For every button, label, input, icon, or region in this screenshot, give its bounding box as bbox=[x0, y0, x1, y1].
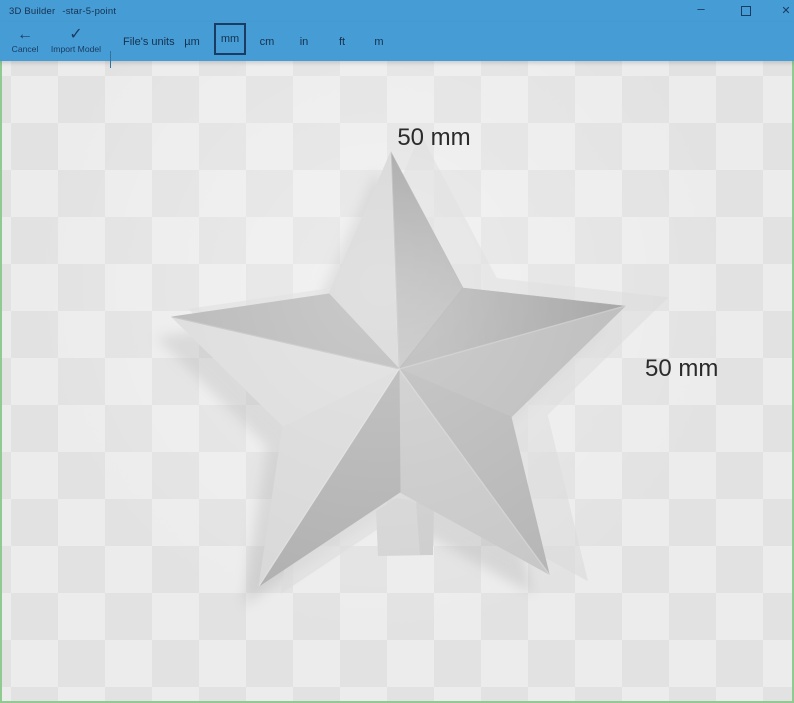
minimize-icon: – bbox=[697, 1, 704, 16]
toolbar-divider bbox=[110, 51, 111, 68]
check-icon: ✓ bbox=[48, 25, 104, 44]
dimension-label-right: 50 mm bbox=[645, 355, 718, 383]
unit-button-um[interactable]: µm bbox=[173, 22, 211, 61]
unit-button-ft[interactable]: ft bbox=[323, 22, 361, 61]
command-bar: ← Cancel ✓ Import Model File's units µm … bbox=[0, 22, 794, 61]
cancel-button[interactable]: ← Cancel bbox=[2, 25, 48, 59]
viewport-canvas[interactable]: 50 mm 50 mm bbox=[0, 61, 794, 703]
maximize-button[interactable] bbox=[731, 0, 761, 22]
minimize-button[interactable]: – bbox=[686, 0, 716, 22]
import-model-button[interactable]: ✓ Import Model bbox=[48, 25, 104, 59]
close-button[interactable]: ✕ bbox=[771, 0, 794, 22]
unit-button-cm[interactable]: cm bbox=[248, 22, 286, 61]
dimension-label-top: 50 mm bbox=[397, 124, 470, 152]
window-title: 3D Builder -star-5-point bbox=[9, 0, 116, 22]
base-tab bbox=[376, 498, 433, 556]
back-arrow-icon: ← bbox=[2, 25, 48, 44]
maximize-icon bbox=[741, 6, 751, 16]
unit-button-in[interactable]: in bbox=[285, 22, 323, 61]
app-name: 3D Builder bbox=[9, 6, 55, 17]
cancel-label: Cancel bbox=[2, 44, 48, 55]
unit-button-mm[interactable]: mm bbox=[214, 23, 246, 55]
3d-builder-window: 3D Builder -star-5-point – ✕ ← Cancel ✓ I… bbox=[0, 0, 794, 703]
import-model-label: Import Model bbox=[48, 44, 104, 55]
close-icon: ✕ bbox=[781, 5, 790, 17]
titlebar: 3D Builder -star-5-point – ✕ bbox=[0, 0, 794, 22]
file-name: -star-5-point bbox=[62, 6, 116, 17]
unit-button-m[interactable]: m bbox=[360, 22, 398, 61]
units-caption: File's units bbox=[123, 22, 175, 61]
